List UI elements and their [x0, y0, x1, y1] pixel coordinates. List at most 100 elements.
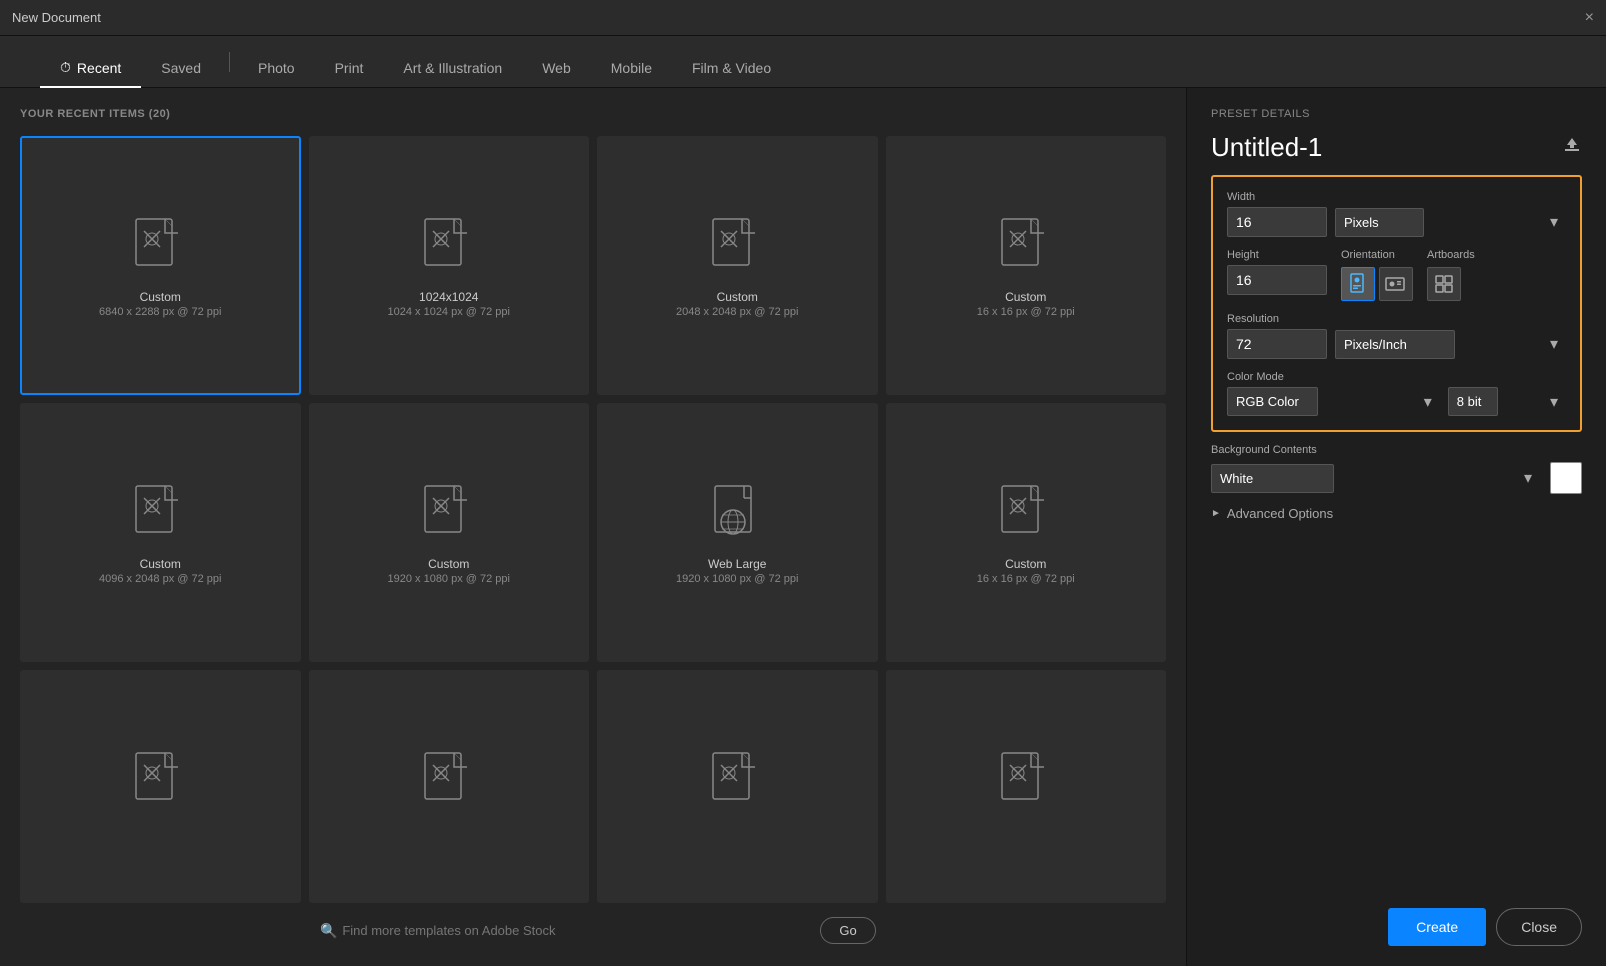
resolution-input[interactable]	[1227, 329, 1327, 359]
width-unit-wrap: Pixels Inches Centimeters Millimeters Po…	[1335, 208, 1566, 237]
grid-item-title: Custom	[1005, 557, 1046, 571]
width-field-group: Width Pixels Inches Centimeters Millimet…	[1227, 191, 1566, 237]
grid-item[interactable]: 1024x1024 1024 x 1024 px @ 72 ppi	[309, 136, 590, 395]
grid-item[interactable]: Custom 1920 x 1080 px @ 72 ppi	[309, 403, 590, 662]
preset-title-row: Untitled-1	[1211, 132, 1582, 163]
height-input[interactable]	[1227, 265, 1327, 295]
height-field-group: Height	[1227, 249, 1327, 295]
orientation-group: Orientation	[1341, 249, 1413, 301]
grid-item-title: Custom	[428, 557, 469, 571]
tab-web[interactable]: Web	[522, 50, 591, 88]
grid-item-subtitle: 4096 x 2048 px @ 72 ppi	[99, 573, 221, 585]
grid-item-subtitle: 1920 x 1080 px @ 72 ppi	[388, 573, 510, 585]
advanced-options-toggle[interactable]: ► Advanced Options	[1211, 506, 1582, 521]
grid-item[interactable]: Web Large 1920 x 1080 px @ 72 ppi	[597, 403, 878, 662]
recent-header: YOUR RECENT ITEMS (20)	[20, 108, 1166, 120]
grid-item[interactable]: Custom 6840 x 2288 px @ 72 ppi	[20, 136, 301, 395]
document-icon	[707, 751, 767, 824]
grid-item-title: Custom	[140, 557, 181, 571]
tab-mobile[interactable]: Mobile	[591, 50, 672, 88]
resolution-unit-select[interactable]: Pixels/Inch Pixels/Centimeter	[1335, 330, 1455, 359]
grid-item[interactable]: Custom 16 x 16 px @ 72 ppi	[886, 403, 1167, 662]
grid-item-subtitle: 16 x 16 px @ 72 ppi	[977, 573, 1075, 585]
background-label: Background Contents	[1211, 444, 1582, 456]
recent-items-grid: Custom 6840 x 2288 px @ 72 ppi 1024x1024…	[20, 136, 1166, 903]
right-panel: PRESET DETAILS Untitled-1 Width	[1186, 88, 1606, 966]
artboards-label: Artboards	[1427, 249, 1475, 261]
grid-item[interactable]: Custom 4096 x 2048 px @ 72 ppi	[20, 403, 301, 662]
color-mode-label: Color Mode	[1227, 371, 1566, 383]
grid-item[interactable]	[309, 670, 590, 903]
save-preset-icon[interactable]	[1562, 135, 1582, 160]
bit-depth-select[interactable]: 8 bit 16 bit 32 bit	[1448, 387, 1498, 416]
grid-item-title: Custom	[140, 290, 181, 304]
nav-tabs: ⏱ Recent Saved Photo Print Art & Illustr…	[0, 36, 1606, 88]
close-window-button[interactable]: ×	[1585, 10, 1594, 26]
width-input[interactable]	[1227, 207, 1327, 237]
resolution-row: Pixels/Inch Pixels/Centimeter	[1227, 329, 1566, 359]
tab-print[interactable]: Print	[315, 50, 384, 88]
document-icon	[419, 484, 479, 557]
go-button[interactable]: Go	[820, 917, 875, 944]
grid-item-title: 1024x1024	[419, 290, 478, 304]
color-mode-select[interactable]: RGB Color CMYK Color Lab Color Grayscale…	[1227, 387, 1318, 416]
tab-saved[interactable]: Saved	[141, 50, 221, 88]
landscape-button[interactable]	[1379, 267, 1413, 301]
document-icon	[996, 217, 1056, 290]
search-icon: 🔍	[320, 922, 337, 939]
preset-fields: Width Pixels Inches Centimeters Millimet…	[1211, 175, 1582, 432]
tab-photo[interactable]: Photo	[238, 50, 315, 88]
resolution-unit-wrap: Pixels/Inch Pixels/Centimeter	[1335, 330, 1566, 359]
tab-art[interactable]: Art & Illustration	[383, 50, 522, 88]
grid-item-title: Web Large	[708, 557, 766, 571]
orientation-label: Orientation	[1341, 249, 1413, 261]
create-button[interactable]: Create	[1388, 908, 1486, 946]
title-bar: New Document ×	[0, 0, 1606, 36]
document-icon	[419, 217, 479, 290]
grid-item[interactable]	[886, 670, 1167, 903]
orientation-buttons	[1341, 267, 1413, 301]
left-panel: YOUR RECENT ITEMS (20) Custom 6840 x 228…	[0, 88, 1186, 966]
grid-item-title: Custom	[717, 290, 758, 304]
preset-title: Untitled-1	[1211, 132, 1322, 163]
artboard-group: Artboards	[1427, 249, 1475, 301]
grid-item[interactable]	[597, 670, 878, 903]
background-select-wrap: White Black Background Color Transparent…	[1211, 464, 1540, 493]
color-mode-field-group: Color Mode RGB Color CMYK Color Lab Colo…	[1227, 371, 1566, 416]
document-icon	[996, 751, 1056, 824]
grid-item-subtitle: 1920 x 1080 px @ 72 ppi	[676, 573, 798, 585]
search-bar: 🔍 Go	[20, 915, 1166, 946]
document-icon	[130, 751, 190, 824]
background-row: White Black Background Color Transparent…	[1211, 462, 1582, 494]
tab-film[interactable]: Film & Video	[672, 50, 791, 88]
document-icon	[130, 484, 190, 557]
resolution-label: Resolution	[1227, 313, 1566, 325]
background-section: Background Contents White Black Backgrou…	[1211, 444, 1582, 494]
clock-icon: ⏱	[60, 59, 71, 76]
background-select[interactable]: White Black Background Color Transparent…	[1211, 464, 1334, 493]
resolution-field-group: Resolution Pixels/Inch Pixels/Centimeter	[1227, 313, 1566, 359]
background-color-swatch[interactable]	[1550, 462, 1582, 494]
document-icon	[707, 484, 767, 557]
document-icon	[419, 751, 479, 824]
grid-item-title: Custom	[1005, 290, 1046, 304]
grid-item[interactable]	[20, 670, 301, 903]
tab-recent[interactable]: ⏱ Recent	[40, 49, 141, 88]
grid-item[interactable]: Custom 2048 x 2048 px @ 72 ppi	[597, 136, 878, 395]
chevron-right-icon: ►	[1211, 508, 1221, 519]
portrait-button[interactable]	[1341, 267, 1375, 301]
window-title: New Document	[12, 10, 101, 25]
grid-item-subtitle: 1024 x 1024 px @ 72 ppi	[388, 306, 510, 318]
document-icon	[707, 217, 767, 290]
search-input-wrap: 🔍	[310, 915, 810, 946]
close-button[interactable]: Close	[1496, 908, 1582, 946]
bottom-buttons: Create Close	[1211, 908, 1582, 946]
height-label: Height	[1227, 249, 1327, 261]
width-label: Width	[1227, 191, 1566, 203]
search-input[interactable]	[310, 915, 810, 946]
grid-item[interactable]: Custom 16 x 16 px @ 72 ppi	[886, 136, 1167, 395]
nav-divider	[229, 52, 230, 72]
width-row: Pixels Inches Centimeters Millimeters Po…	[1227, 207, 1566, 237]
artboard-button[interactable]	[1427, 267, 1461, 301]
width-unit-select[interactable]: Pixels Inches Centimeters Millimeters Po…	[1335, 208, 1424, 237]
